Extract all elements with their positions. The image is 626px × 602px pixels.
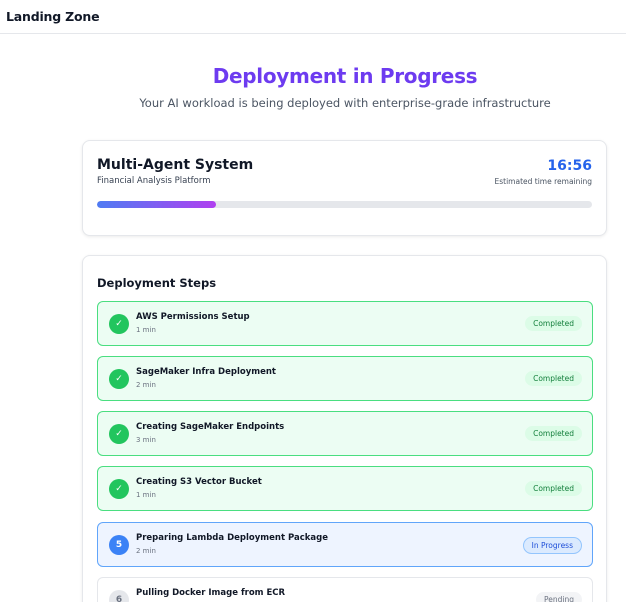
page-subtitle: Your AI workload is being deployed with …: [139, 96, 551, 110]
system-name: Multi-Agent System: [97, 157, 254, 173]
progress-bar-fill: [97, 201, 216, 208]
platform-name: Financial Analysis Platform: [97, 176, 211, 186]
step-name: Creating SageMaker Endpoints: [136, 422, 285, 432]
deployment-summary-card: Multi-Agent System Financial Analysis Pl…: [82, 140, 607, 236]
step-duration: 2 min: [136, 547, 156, 555]
step-item: ✓ AWS Permissions Setup 1 min Completed: [97, 301, 593, 346]
step-item: 6 Pulling Docker Image from ECR Pending: [97, 577, 593, 602]
steps-title: Deployment Steps: [97, 276, 217, 290]
progress-bar: [97, 201, 592, 208]
status-badge: Completed: [525, 481, 582, 496]
step-item: ✓ Creating S3 Vector Bucket 1 min Comple…: [97, 466, 593, 511]
deployment-steps-card: Deployment Steps ✓ AWS Permissions Setup…: [82, 255, 607, 602]
step-name: Creating S3 Vector Bucket: [136, 477, 262, 487]
step-item: ✓ Creating SageMaker Endpoints 3 min Com…: [97, 411, 593, 456]
check-icon: ✓: [109, 424, 129, 444]
status-badge: In Progress: [522, 537, 582, 554]
step-duration: 2 min: [136, 381, 156, 389]
check-icon: ✓: [109, 369, 129, 389]
status-badge: Completed: [525, 316, 582, 331]
step-name: Pulling Docker Image from ECR: [136, 588, 286, 598]
step-item: ✓ SageMaker Infra Deployment 2 min Compl…: [97, 356, 593, 401]
step-name: Preparing Lambda Deployment Package: [136, 533, 328, 543]
step-item: 5 Preparing Lambda Deployment Package 2 …: [97, 522, 593, 567]
step-name: AWS Permissions Setup: [136, 312, 250, 322]
top-bar: Landing Zone: [0, 0, 626, 34]
page-title: Deployment in Progress: [212, 64, 478, 88]
status-badge: Pending: [536, 592, 582, 602]
step-number-icon: 5: [109, 535, 129, 555]
status-badge: Completed: [525, 426, 582, 441]
step-name: SageMaker Infra Deployment: [136, 367, 276, 377]
check-icon: ✓: [109, 314, 129, 334]
step-duration: 1 min: [136, 326, 156, 334]
check-icon: ✓: [109, 479, 129, 499]
time-remaining-label: Estimated time remaining: [494, 177, 592, 186]
app-brand[interactable]: Landing Zone: [6, 9, 100, 24]
time-remaining: 16:56: [547, 158, 592, 174]
status-badge: Completed: [525, 371, 582, 386]
step-number-icon: 6: [109, 590, 129, 602]
step-duration: 3 min: [136, 436, 156, 444]
step-duration: 1 min: [136, 491, 156, 499]
